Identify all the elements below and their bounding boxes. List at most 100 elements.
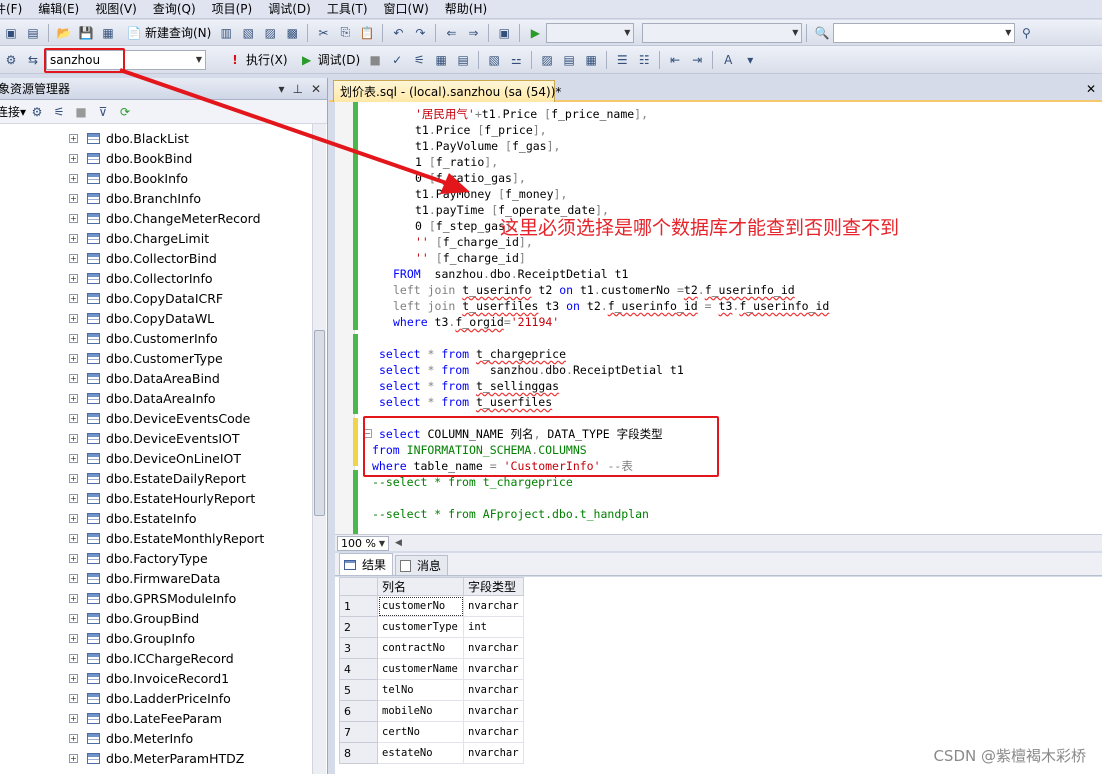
copy-icon[interactable]: ⎘ <box>336 24 354 42</box>
expand-icon[interactable]: + <box>69 153 78 163</box>
solution-config-combo[interactable]: ▼ <box>546 22 635 43</box>
tree-item-table[interactable]: + dbo.BookBind <box>0 148 327 168</box>
cell-column-name[interactable]: certNo <box>377 721 464 743</box>
tab-results[interactable]: 结果 <box>339 553 394 575</box>
expand-icon[interactable]: + <box>69 533 78 543</box>
save-icon[interactable]: 💾 <box>77 24 95 42</box>
solution-platform-combo[interactable]: ▼ <box>642 22 803 43</box>
tree-item-table[interactable]: + dbo.MeterInfo <box>0 728 327 748</box>
table-row[interactable]: 2 customerType int <box>339 616 524 638</box>
tree-item-table[interactable]: + dbo.ChangeMeterRecord <box>0 208 327 228</box>
tree-item-table[interactable]: + dbo.DataAreaInfo <box>0 388 327 408</box>
menu-file[interactable]: 件(F) <box>0 0 30 18</box>
query-designer-icon[interactable]: ▦ <box>432 51 450 69</box>
refresh-icon[interactable]: ⟳ <box>116 103 134 121</box>
expand-icon[interactable]: + <box>69 173 78 183</box>
results-to-grid-icon[interactable]: ▦ <box>582 51 600 69</box>
tree-item-table[interactable]: + dbo.DeviceOnLineIOT <box>0 448 327 468</box>
disconnect-icon[interactable]: ⚟ <box>50 103 68 121</box>
tree-item-table[interactable]: + dbo.ICChargeRecord <box>0 648 327 668</box>
comment-icon[interactable]: ☰ <box>613 51 631 69</box>
expand-icon[interactable]: + <box>69 693 78 703</box>
expand-icon[interactable]: + <box>69 133 78 143</box>
expand-icon[interactable]: + <box>69 213 78 223</box>
find-combo[interactable]: ▼ <box>833 22 1016 43</box>
start-debug-icon[interactable]: ▶ <box>526 24 544 42</box>
add-item-icon[interactable]: ▤ <box>24 24 42 42</box>
expand-icon[interactable]: + <box>69 333 78 343</box>
expand-icon[interactable]: + <box>69 353 78 363</box>
connect-icon[interactable]: ⚙ <box>2 51 20 69</box>
tree-item-table[interactable]: + dbo.DataAreaBind <box>0 368 327 388</box>
tree-item-table[interactable]: + dbo.DeviceEventsIOT <box>0 428 327 448</box>
expand-icon[interactable]: + <box>69 293 78 303</box>
expand-icon[interactable]: + <box>69 553 78 563</box>
expand-icon[interactable]: + <box>69 473 78 483</box>
new-query-button[interactable]: 📄 新建查询(N) <box>119 23 215 43</box>
pin-icon[interactable]: ⊥ <box>292 82 302 96</box>
execute-button[interactable]: ! 执行(X) <box>220 50 292 70</box>
cell-data-type[interactable]: nvarchar <box>463 742 524 764</box>
intellisense-icon[interactable]: ▧ <box>485 51 503 69</box>
stop-icon[interactable]: ■ <box>72 103 90 121</box>
find-icon[interactable]: 🔍 <box>813 24 831 42</box>
close-tab-icon[interactable]: ✕ <box>1086 82 1096 96</box>
column-header[interactable]: 列名 <box>377 577 464 596</box>
results-to-text-icon[interactable]: ▤ <box>560 51 578 69</box>
tree-item-table[interactable]: + dbo.EstateDailyReport <box>0 468 327 488</box>
expand-icon[interactable]: + <box>69 253 78 263</box>
cell-data-type[interactable]: nvarchar <box>463 700 524 722</box>
uncomment-icon[interactable]: ☷ <box>635 51 653 69</box>
new-item-icon[interactable]: ▣ <box>2 24 20 42</box>
cell-data-type[interactable]: nvarchar <box>463 658 524 680</box>
cell-data-type[interactable]: nvarchar <box>463 595 524 617</box>
expand-icon[interactable]: + <box>69 373 78 383</box>
cell-data-type[interactable]: nvarchar <box>463 637 524 659</box>
menu-edit[interactable]: 编辑(E) <box>30 0 87 18</box>
tree-item-table[interactable]: + dbo.GroupInfo <box>0 628 327 648</box>
expand-icon[interactable]: + <box>69 593 78 603</box>
scroll-thumb[interactable] <box>314 330 325 516</box>
find-in-files-icon[interactable]: ⚲ <box>1017 24 1035 42</box>
expand-icon[interactable]: + <box>69 713 78 723</box>
image-icon[interactable]: ▣ <box>495 24 513 42</box>
cut-icon[interactable]: ✂ <box>314 24 332 42</box>
estimated-plan-icon[interactable]: ⚟ <box>410 51 428 69</box>
tree-item-table[interactable]: + dbo.CustomerInfo <box>0 328 327 348</box>
cell-data-type[interactable]: nvarchar <box>463 721 524 743</box>
tree-item-table[interactable]: + dbo.BookInfo <box>0 168 327 188</box>
open-folder-icon[interactable]: 📂 <box>55 24 73 42</box>
tree-item-table[interactable]: + dbo.FirmwareData <box>0 568 327 588</box>
tree-item-table[interactable]: + dbo.DeviceEventsCode <box>0 408 327 428</box>
expand-icon[interactable]: + <box>69 633 78 643</box>
specify-values-icon[interactable]: A <box>719 51 737 69</box>
analysis-query-icon[interactable]: ▧ <box>239 24 257 42</box>
tree-item-table[interactable]: + dbo.ChargeLimit <box>0 228 327 248</box>
filter-icon[interactable]: ⊽ <box>94 103 112 121</box>
menu-help[interactable]: 帮助(H) <box>437 0 495 18</box>
navigate-back-icon[interactable]: ⇐ <box>442 24 460 42</box>
cell-column-name[interactable]: customerName <box>377 658 464 680</box>
expand-icon[interactable]: + <box>69 613 78 623</box>
table-row[interactable]: 7 certNo nvarchar <box>339 721 524 743</box>
db-query-icon[interactable]: ▥ <box>217 24 235 42</box>
menu-project[interactable]: 项目(P) <box>204 0 261 18</box>
tree-item-table[interactable]: + dbo.LadderPriceInfo <box>0 688 327 708</box>
increase-indent-icon[interactable]: ⇥ <box>688 51 706 69</box>
menu-tools[interactable]: 工具(T) <box>319 0 376 18</box>
table-row[interactable]: 1 customerNo nvarchar <box>339 595 524 617</box>
cell-column-name[interactable]: telNo <box>377 679 464 701</box>
cell-column-name[interactable]: customerNo <box>377 595 464 617</box>
expand-icon[interactable]: + <box>69 453 78 463</box>
table-row[interactable]: 6 mobileNo nvarchar <box>339 700 524 722</box>
tree-item-table[interactable]: + dbo.CopyDataWL <box>0 308 327 328</box>
tree-item-table[interactable]: + dbo.MeterParamHTDZ <box>0 748 327 768</box>
tree-item-table[interactable]: + dbo.GroupBind <box>0 608 327 628</box>
expand-icon[interactable]: + <box>69 493 78 503</box>
decrease-indent-icon[interactable]: ⇤ <box>666 51 684 69</box>
expand-icon[interactable]: + <box>69 753 78 763</box>
expand-icon[interactable]: + <box>69 393 78 403</box>
connect-dropdown[interactable]: 连接▾ <box>0 103 26 120</box>
cell-column-name[interactable]: contractNo <box>377 637 464 659</box>
tree-item-table[interactable]: + dbo.FactoryType <box>0 548 327 568</box>
